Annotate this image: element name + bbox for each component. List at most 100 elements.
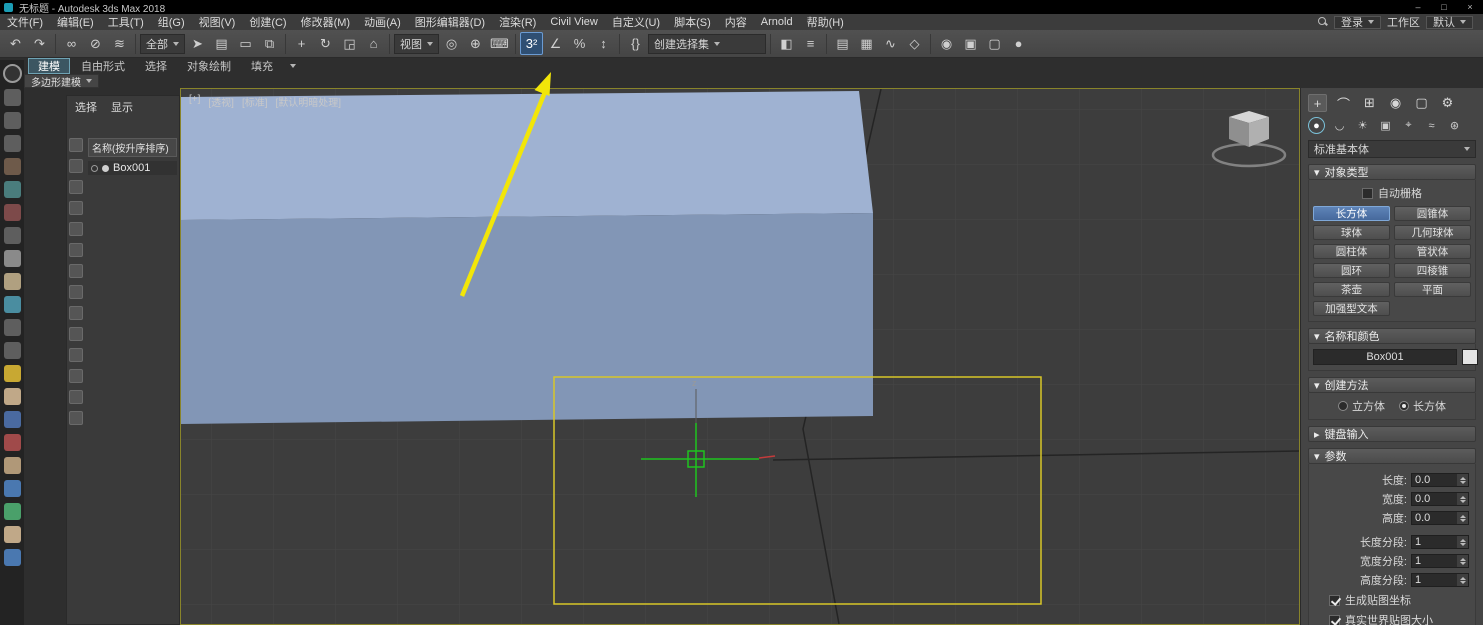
select-and-manipulate-icon[interactable]: ⊕ — [464, 32, 487, 55]
display-tab-icon[interactable]: ▢ — [1412, 94, 1431, 112]
menu-modifiers[interactable]: 修改器(M) — [294, 14, 358, 30]
display-filter-icon[interactable] — [69, 369, 83, 383]
menu-customize[interactable]: 自定义(U) — [605, 14, 667, 30]
rendered-frame-window-icon[interactable]: ▢ — [983, 32, 1006, 55]
align-icon[interactable]: ≡ — [799, 32, 822, 55]
systems-category-icon[interactable]: ⊛ — [1446, 117, 1463, 134]
select-object-icon[interactable]: ➤ — [186, 32, 209, 55]
redo-icon[interactable]: ↷ — [28, 32, 51, 55]
modeling-tool-icon[interactable] — [3, 296, 21, 313]
select-and-move-icon[interactable]: + — [290, 32, 313, 55]
maximize-button[interactable]: □ — [1431, 2, 1457, 12]
ribbon-tab-selection[interactable]: 选择 — [136, 58, 176, 74]
modeling-tool-icon[interactable] — [3, 434, 21, 451]
width-segs-spinner[interactable]: 1 — [1411, 554, 1469, 568]
render-setup-icon[interactable]: ▣ — [959, 32, 982, 55]
shapes-category-icon[interactable]: ◡ — [1331, 117, 1348, 134]
modeling-tool-icon[interactable] — [3, 388, 21, 405]
percent-snap-icon[interactable]: % — [568, 32, 591, 55]
length-segs-spinner[interactable]: 1 — [1411, 535, 1469, 549]
material-editor-icon[interactable]: ◉ — [935, 32, 958, 55]
modeling-tool-icon[interactable] — [3, 204, 21, 221]
geometry-category-icon[interactable]: ● — [1308, 117, 1325, 134]
cameras-category-icon[interactable]: ▣ — [1377, 117, 1394, 134]
window-crossing-icon[interactable]: ⧉ — [258, 32, 281, 55]
minimize-button[interactable]: – — [1405, 2, 1431, 12]
viewport-menu-standard[interactable]: [标准] — [242, 94, 268, 109]
modeling-tool-icon[interactable] — [3, 89, 21, 106]
modeling-tool-icon[interactable] — [3, 549, 21, 566]
height-spinner[interactable]: 0.0 — [1411, 511, 1469, 525]
undo-icon[interactable]: ↶ — [4, 32, 27, 55]
schematic-view-icon[interactable]: ◇ — [903, 32, 926, 55]
modeling-tool-icon[interactable] — [3, 480, 21, 497]
cone-button[interactable]: 圆锥体 — [1394, 206, 1471, 221]
torus-button[interactable]: 圆环 — [1313, 263, 1390, 278]
snaps-toggle-icon[interactable]: 3² — [520, 32, 543, 55]
visibility-icon[interactable] — [91, 164, 98, 172]
object-color-swatch[interactable] — [1462, 349, 1478, 365]
utilities-tab-icon[interactable]: ⚙ — [1438, 94, 1457, 112]
select-and-place-icon[interactable]: ⌂ — [362, 32, 385, 55]
menu-views[interactable]: 视图(V) — [192, 14, 243, 30]
edit-named-selection-sets-icon[interactable]: {} — [624, 32, 647, 55]
autogrid-checkbox[interactable] — [1362, 187, 1373, 199]
space-warps-category-icon[interactable]: ≈ — [1423, 117, 1440, 134]
cube-radio[interactable] — [1338, 401, 1348, 411]
menu-civil-view[interactable]: Civil View — [543, 16, 604, 28]
display-filter-icon[interactable] — [69, 222, 83, 236]
display-filter-icon[interactable] — [69, 306, 83, 320]
rollout-header-name-color[interactable]: ▾ 名称和颜色 — [1308, 328, 1476, 344]
create-tab-icon[interactable]: + — [1308, 94, 1327, 112]
named-selection-sets-dropdown[interactable]: 创建选择集 — [648, 33, 766, 54]
viewport-canvas[interactable]: z — [181, 88, 1300, 625]
spinner-arrows[interactable] — [1457, 555, 1468, 567]
modeling-tool-icon[interactable] — [3, 181, 21, 198]
render-production-icon[interactable]: ● — [1007, 32, 1030, 55]
length-spinner[interactable]: 0.0 — [1411, 473, 1469, 487]
box-button[interactable]: 长方体 — [1313, 206, 1390, 221]
list-item[interactable]: Box001 — [88, 161, 177, 175]
ribbon-tab-modeling[interactable]: 建模 — [28, 58, 70, 74]
angle-snap-icon[interactable]: ∠ — [544, 32, 567, 55]
display-filter-icon[interactable] — [69, 180, 83, 194]
menu-group[interactable]: 组(G) — [151, 14, 192, 30]
close-button[interactable]: × — [1457, 2, 1483, 12]
menu-arnold[interactable]: Arnold — [754, 16, 800, 28]
spinner-arrows[interactable] — [1457, 474, 1468, 486]
viewport-menu-shading[interactable]: [默认明暗处理] — [276, 94, 342, 109]
modeling-tool-icon[interactable] — [3, 503, 21, 520]
reference-coordinate-dropdown[interactable]: 视图 — [394, 33, 439, 54]
ribbon-tab-populate[interactable]: 填充 — [242, 58, 282, 74]
modeling-tool-icon[interactable] — [2, 64, 22, 83]
bind-to-space-warp-icon[interactable]: ≋ — [108, 32, 131, 55]
geosphere-button[interactable]: 几何球体 — [1394, 225, 1471, 240]
curve-editor-icon[interactable]: ∿ — [879, 32, 902, 55]
ribbon-overflow[interactable] — [284, 58, 302, 74]
modify-tab-icon[interactable]: ⌒ — [1334, 94, 1353, 112]
lights-category-icon[interactable]: ☀ — [1354, 117, 1371, 134]
selection-filter-dropdown[interactable]: 全部 — [140, 33, 185, 54]
menu-content[interactable]: 内容 — [718, 14, 754, 30]
modeling-tool-icon[interactable] — [3, 135, 21, 152]
height-segs-spinner[interactable]: 1 — [1411, 573, 1469, 587]
modeling-tool-icon[interactable] — [3, 342, 21, 359]
cylinder-button[interactable]: 圆柱体 — [1313, 244, 1390, 259]
spinner-arrows[interactable] — [1457, 512, 1468, 524]
width-spinner[interactable]: 0.0 — [1411, 492, 1469, 506]
scene-explorer-menu-display[interactable]: 显示 — [111, 99, 133, 115]
plane-button[interactable]: 平面 — [1394, 282, 1471, 297]
object-name-input[interactable] — [1313, 349, 1457, 365]
menu-create[interactable]: 创建(C) — [242, 14, 293, 30]
select-and-link-icon[interactable]: ∞ — [60, 32, 83, 55]
display-filter-icon[interactable] — [69, 159, 83, 173]
hierarchy-tab-icon[interactable]: ⊞ — [1360, 94, 1379, 112]
perspective-viewport[interactable]: [+] [透视] [标准] [默认明暗处理] z — [180, 88, 1300, 625]
spinner-arrows[interactable] — [1457, 574, 1468, 586]
modeling-tool-icon[interactable] — [3, 250, 21, 267]
search-icon[interactable] — [1318, 17, 1328, 27]
spinner-snap-icon[interactable]: ↕ — [592, 32, 615, 55]
select-and-scale-icon[interactable]: ◲ — [338, 32, 361, 55]
pyramid-button[interactable]: 四棱锥 — [1394, 263, 1471, 278]
rollout-header-object-type[interactable]: ▾ 对象类型 — [1308, 164, 1476, 180]
